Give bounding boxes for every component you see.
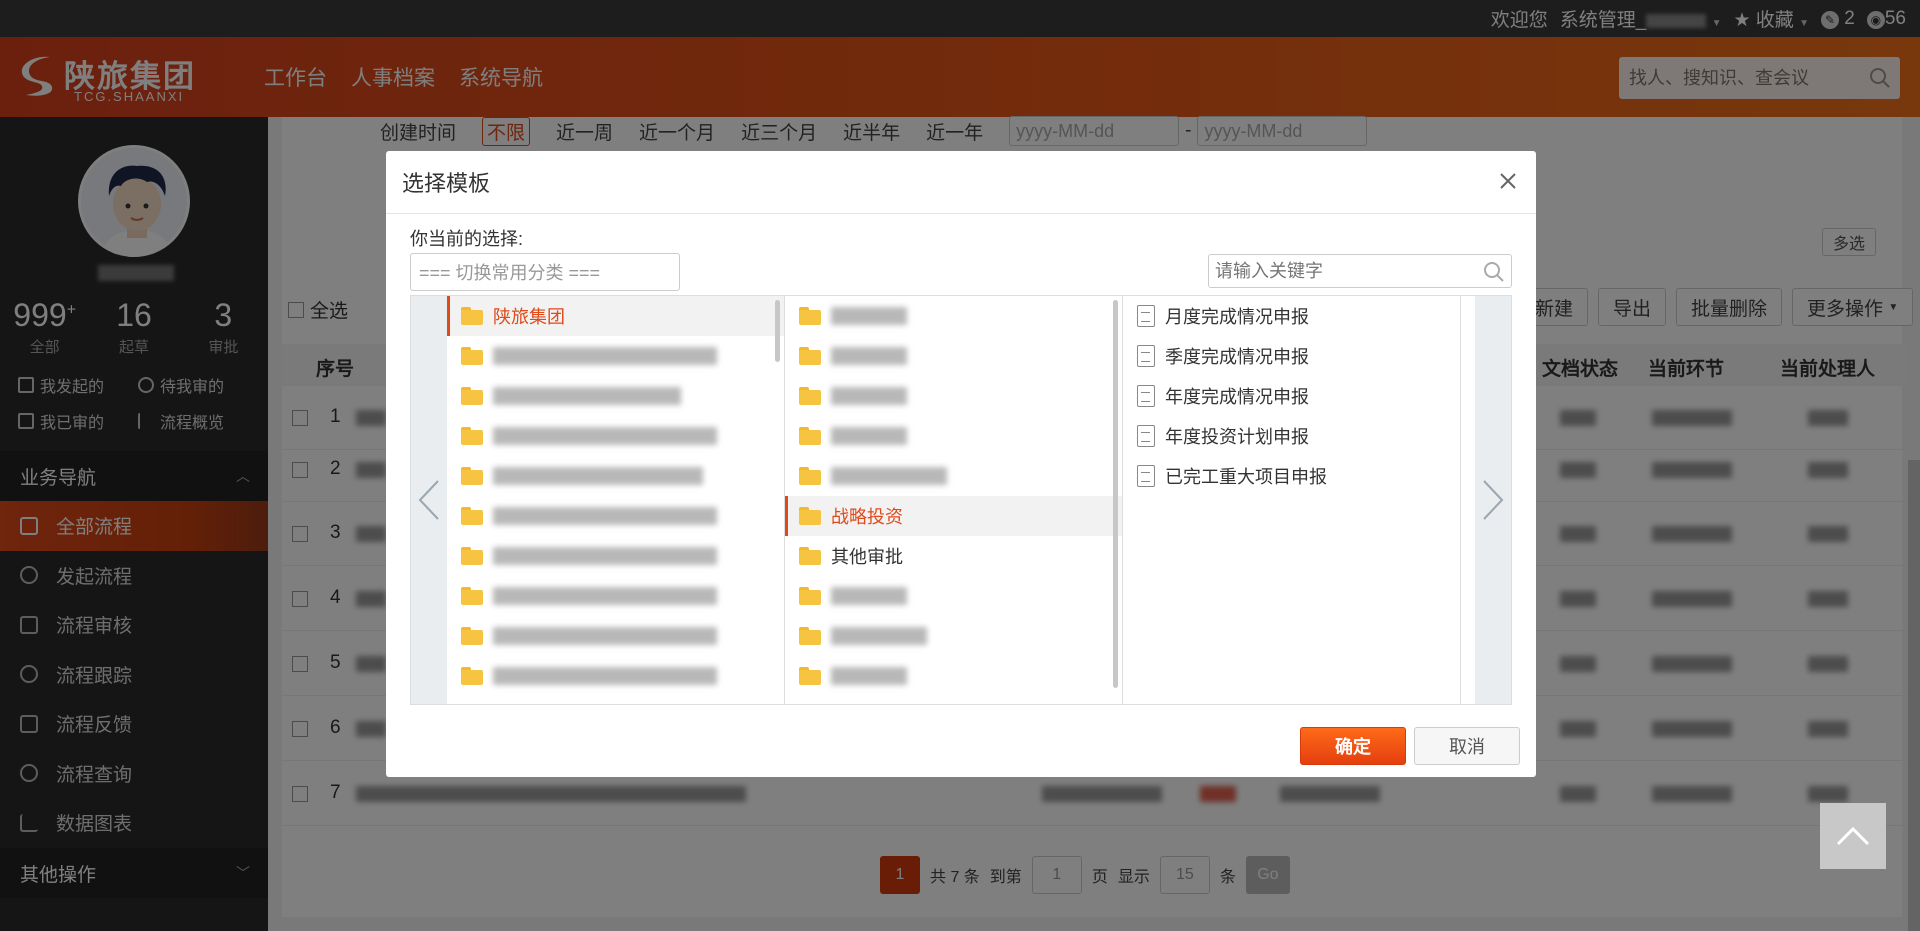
document-icon (1137, 345, 1155, 367)
confirm-button[interactable]: 确定 (1300, 727, 1406, 765)
folder-label-blurred (493, 587, 717, 605)
template-item[interactable]: 季度完成情况申报 (1123, 336, 1460, 376)
template-label: 年度投资计划申报 (1165, 427, 1309, 447)
template-search (1208, 254, 1512, 288)
column-scrollbar[interactable] (775, 300, 780, 362)
dialog-title: 选择模板 (402, 171, 491, 196)
back-to-top-button[interactable] (1820, 803, 1886, 869)
folder-label: 陕旅集团 (493, 307, 565, 327)
folder-icon (461, 587, 483, 605)
folder-label-blurred (831, 387, 907, 405)
template-browser: 陕旅集团 战略投资 其他审批 月度完成情况申报 季度完成情况申报 年度完成情况申… (410, 295, 1512, 705)
dialog-header: 选择模板 (386, 151, 1536, 214)
folder-item[interactable] (785, 336, 1122, 376)
close-icon[interactable] (1492, 165, 1524, 197)
folder-icon (799, 427, 821, 445)
folder-icon (799, 627, 821, 645)
folder-item-selected[interactable]: 战略投资 (785, 496, 1122, 536)
folder-label: 其他审批 (831, 547, 903, 567)
category-column-2: 战略投资 其他审批 (785, 296, 1123, 704)
folder-label-blurred (493, 387, 681, 405)
folder-icon (799, 667, 821, 685)
folder-item[interactable] (447, 616, 784, 656)
folder-label-blurred (831, 347, 907, 365)
folder-label-blurred (831, 587, 907, 605)
folder-item[interactable] (447, 336, 784, 376)
folder-label-blurred (831, 667, 907, 685)
prev-page-arrow[interactable] (411, 296, 447, 704)
folder-icon (461, 627, 483, 645)
folder-item[interactable] (447, 416, 784, 456)
folder-icon (461, 347, 483, 365)
folder-item[interactable] (785, 656, 1122, 696)
folder-label-blurred (831, 467, 947, 485)
template-item[interactable]: 年度投资计划申报 (1123, 416, 1460, 456)
folder-item[interactable] (785, 376, 1122, 416)
folder-item[interactable] (447, 496, 784, 536)
folder-item[interactable] (447, 456, 784, 496)
chevron-up-icon (1836, 826, 1870, 846)
template-column: 月度完成情况申报 季度完成情况申报 年度完成情况申报 年度投资计划申报 已完工重… (1123, 296, 1461, 704)
chevron-left-icon (418, 480, 439, 520)
cancel-button[interactable]: 取消 (1414, 727, 1520, 765)
template-label: 月度完成情况申报 (1165, 307, 1309, 327)
folder-label-blurred (493, 627, 717, 645)
folder-item[interactable] (447, 376, 784, 416)
current-selection-label: 你当前的选择: (410, 229, 524, 249)
template-item[interactable]: 月度完成情况申报 (1123, 296, 1460, 336)
folder-item-selected[interactable]: 陕旅集团 (447, 296, 784, 336)
folder-item[interactable] (447, 536, 784, 576)
folder-item[interactable] (785, 576, 1122, 616)
folder-label-blurred (493, 467, 703, 485)
document-icon (1137, 305, 1155, 327)
folder-icon (799, 547, 821, 565)
folder-icon (799, 507, 821, 525)
folder-label-blurred (493, 667, 717, 685)
folder-icon (799, 347, 821, 365)
folder-label-blurred (493, 347, 717, 365)
folder-item[interactable] (785, 296, 1122, 336)
folder-label-blurred (493, 507, 717, 525)
document-icon (1137, 385, 1155, 407)
template-label: 年度完成情况申报 (1165, 387, 1309, 407)
folder-label-blurred (493, 427, 717, 445)
folder-label: 战略投资 (831, 507, 903, 527)
template-label: 季度完成情况申报 (1165, 347, 1309, 367)
template-label: 已完工重大项目申报 (1165, 467, 1327, 487)
folder-icon (461, 507, 483, 525)
dialog-footer: 确定 取消 (1300, 727, 1520, 765)
column-scrollbar[interactable] (1113, 300, 1118, 688)
folder-item[interactable] (785, 456, 1122, 496)
template-search-input[interactable] (1209, 255, 1469, 287)
folder-icon (799, 307, 821, 325)
folder-icon (461, 667, 483, 685)
template-item[interactable]: 已完工重大项目申报 (1123, 456, 1460, 496)
folder-label-blurred (831, 307, 907, 325)
folder-item[interactable] (785, 616, 1122, 656)
document-icon (1137, 465, 1155, 487)
document-icon (1137, 425, 1155, 447)
folder-label-blurred (831, 627, 927, 645)
folder-icon (799, 467, 821, 485)
folder-item[interactable] (785, 416, 1122, 456)
template-item[interactable]: 年度完成情况申报 (1123, 376, 1460, 416)
folder-icon (461, 307, 483, 325)
folder-icon (461, 427, 483, 445)
category-switch-select[interactable]: === 切换常用分类 === (410, 253, 680, 291)
template-select-dialog: 选择模板 你当前的选择: === 切换常用分类 === 陕旅集团 (386, 151, 1536, 777)
folder-label-blurred (831, 427, 907, 445)
folder-item[interactable]: 其他审批 (785, 536, 1122, 576)
folder-item[interactable] (447, 656, 784, 696)
folder-icon (461, 387, 483, 405)
folder-item[interactable] (447, 576, 784, 616)
folder-icon (799, 587, 821, 605)
folder-icon (461, 547, 483, 565)
search-icon[interactable] (1483, 261, 1505, 283)
next-page-arrow[interactable] (1475, 296, 1511, 704)
category-column-1: 陕旅集团 (447, 296, 785, 704)
folder-icon (461, 467, 483, 485)
folder-label-blurred (493, 547, 717, 565)
folder-icon (799, 387, 821, 405)
chevron-right-icon (1483, 480, 1504, 520)
